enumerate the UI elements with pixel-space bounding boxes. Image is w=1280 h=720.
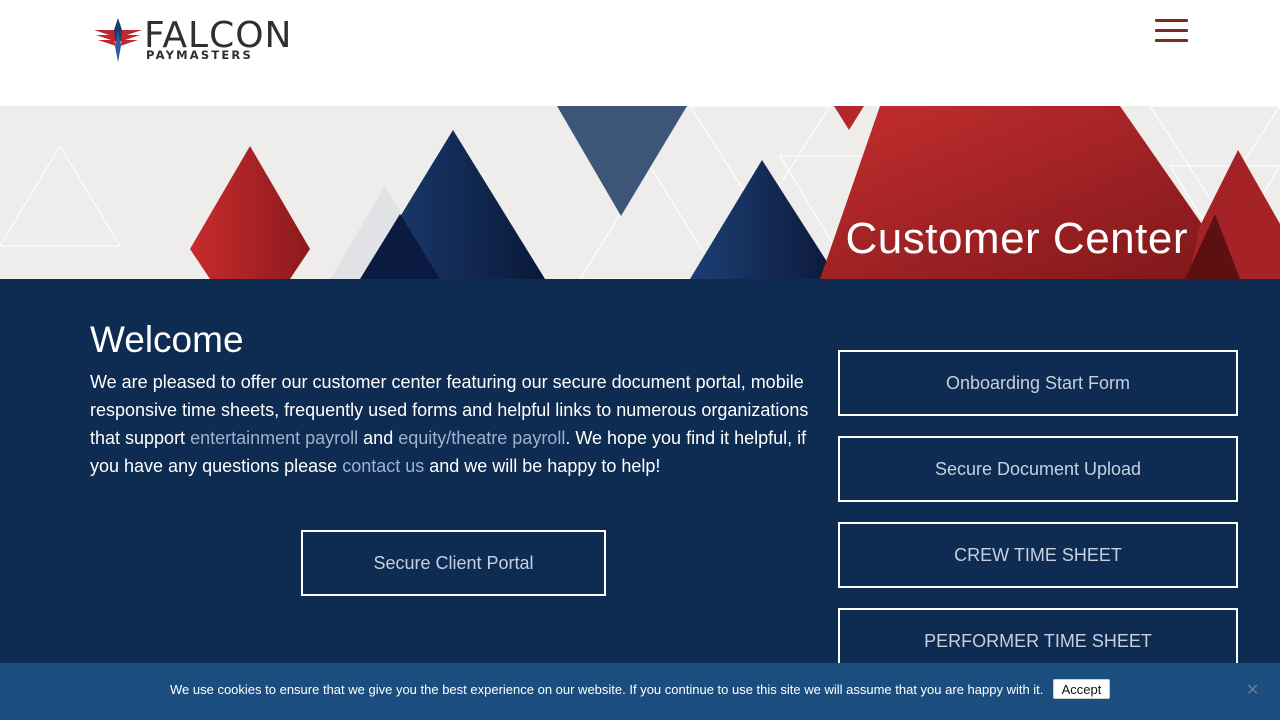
onboarding-start-form-button[interactable]: Onboarding Start Form [838, 350, 1238, 416]
hero-title: Customer Center [845, 214, 1188, 263]
crew-time-sheet-button[interactable]: CREW TIME SHEET [838, 522, 1238, 588]
hamburger-menu-icon[interactable] [1155, 19, 1189, 43]
welcome-paragraph: We are pleased to offer our customer cen… [90, 368, 810, 480]
secure-document-upload-button[interactable]: Secure Document Upload [838, 436, 1238, 502]
hero-banner: Customer Center [0, 106, 1280, 279]
cookie-notice-bar: We use cookies to ensure that we give yo… [0, 663, 1280, 720]
falcon-paymasters-logo[interactable]: FALCON PAYMASTERS [94, 16, 336, 66]
welcome-text-part: and [358, 428, 399, 448]
secure-client-portal-button[interactable]: Secure Client Portal [301, 530, 606, 596]
welcome-heading: Welcome [90, 319, 244, 360]
equity-theatre-payroll-link[interactable]: equity/theatre payroll [398, 428, 565, 448]
logo-subtitle: PAYMASTERS [146, 48, 253, 62]
contact-us-link[interactable]: contact us [342, 456, 424, 476]
site-header: FALCON PAYMASTERS [0, 0, 1280, 106]
entertainment-payroll-link[interactable]: entertainment payroll [190, 428, 358, 448]
cookie-accept-button[interactable]: Accept [1053, 679, 1110, 699]
welcome-text-part: and we will be happy to help! [424, 456, 661, 476]
customer-center-section: Welcome We are pleased to offer our cust… [0, 279, 1280, 720]
cookie-notice-text: We use cookies to ensure that we give yo… [170, 682, 1044, 697]
close-icon[interactable]: ✕ [1246, 683, 1259, 699]
falcon-wings-icon [94, 18, 142, 62]
